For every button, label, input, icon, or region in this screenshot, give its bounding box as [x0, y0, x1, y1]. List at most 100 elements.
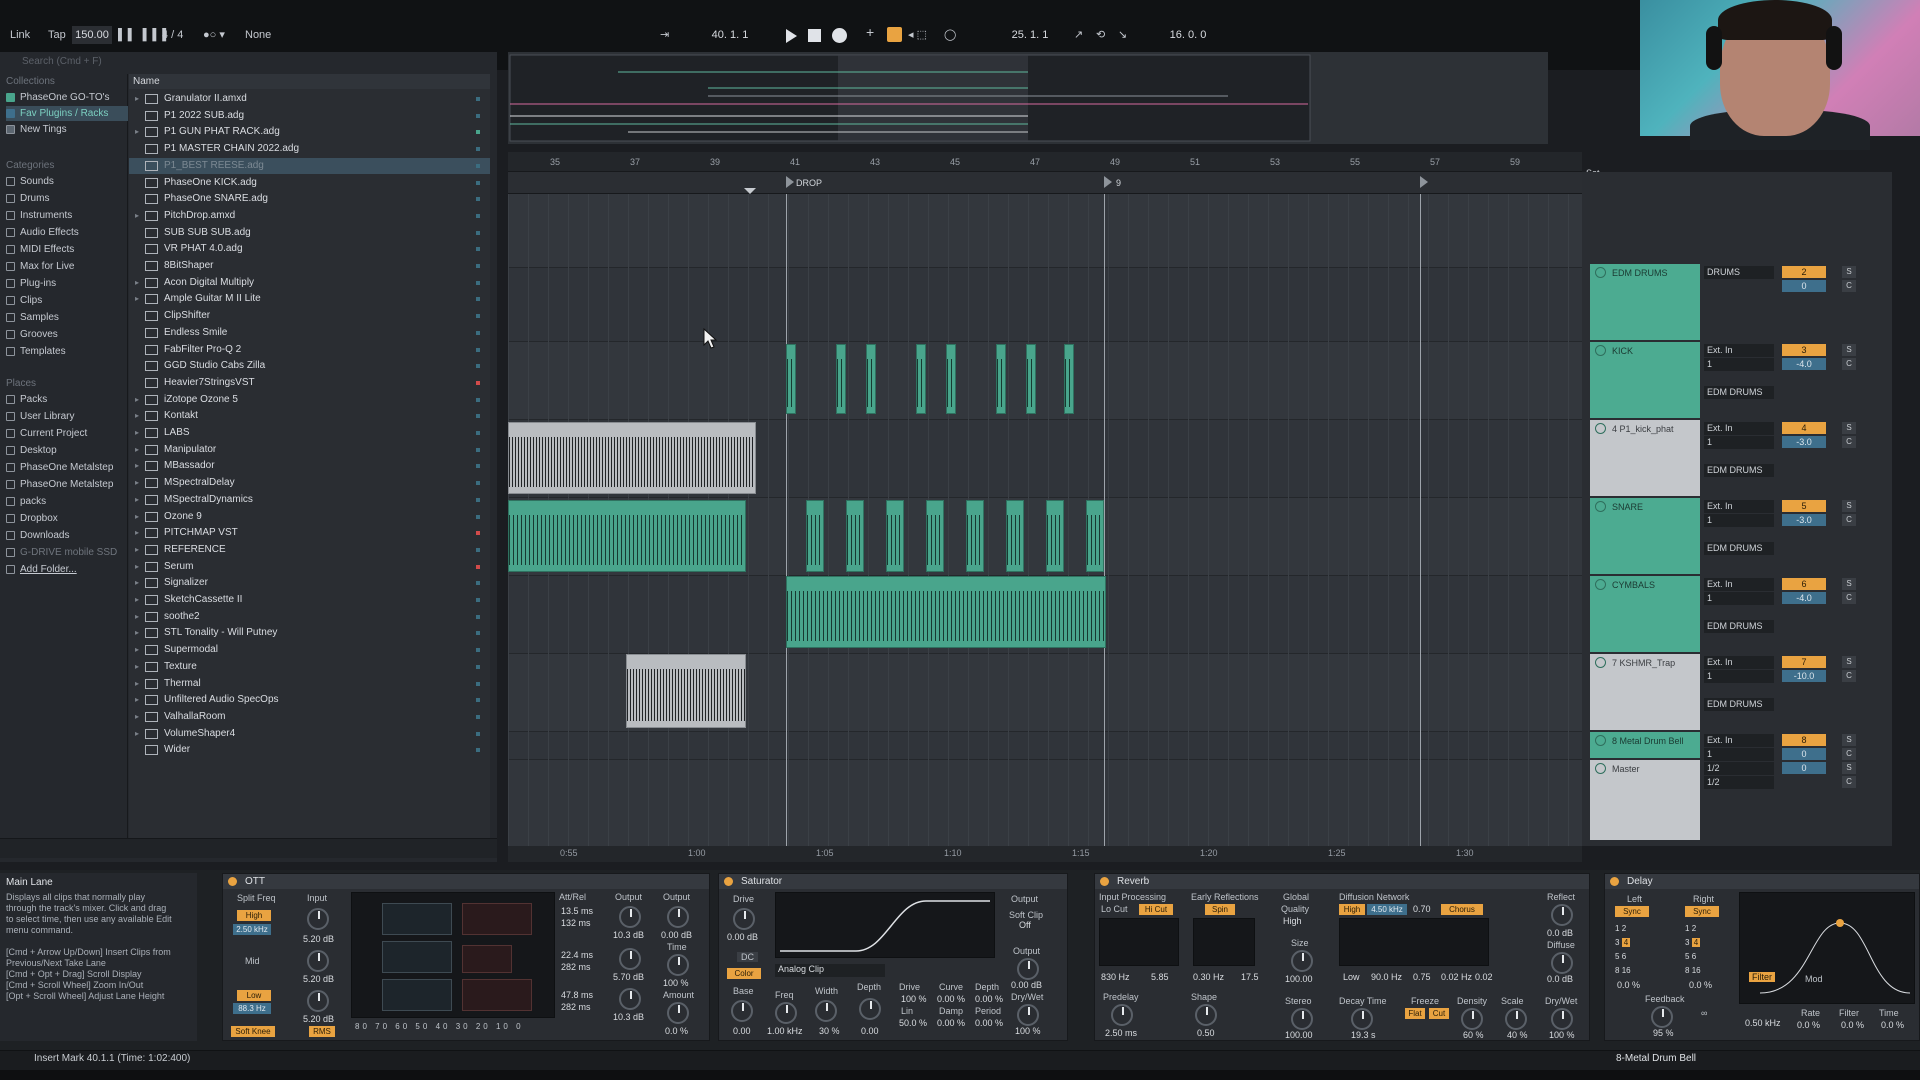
track-title-bar[interactable]: KICK — [1590, 342, 1700, 418]
audio-clip[interactable] — [1006, 500, 1024, 572]
audio-clip[interactable] — [806, 500, 824, 572]
track-activator-button[interactable]: 5 — [1782, 500, 1826, 512]
browser-file-item[interactable]: 8BitShaper — [129, 258, 490, 274]
ott-low-button[interactable]: Low — [237, 990, 271, 1001]
saturator-soft-clip-value[interactable]: Off — [1019, 920, 1031, 930]
track-header[interactable]: CYMBALS Ext. In 1 EDM DRUMS 6 -4.0 S C — [1590, 576, 1882, 652]
delay-feedback-knob[interactable] — [1651, 1006, 1673, 1028]
browser-file-item[interactable]: PhaseOne KICK.adg — [129, 175, 490, 191]
browser-file-item[interactable]: ▸ Signalizer — [129, 575, 490, 591]
saturator-output-knob[interactable] — [1017, 958, 1039, 980]
audio-clip[interactable] — [926, 500, 944, 572]
ott-rel-mid[interactable]: 282 ms — [561, 962, 591, 972]
add-folder-link[interactable]: Add Folder... — [6, 562, 77, 577]
ott-low-freq[interactable]: 88.3 Hz — [233, 1003, 271, 1014]
category-grooves[interactable]: Grooves — [6, 327, 58, 342]
ott-att-low[interactable]: 47.8 ms — [561, 990, 593, 1000]
track-header[interactable]: Master 1/2 1/2 0 S C — [1590, 760, 1882, 840]
link-button[interactable]: Link — [10, 27, 30, 43]
browser-file-item[interactable]: ▸ Supermodal — [129, 642, 490, 658]
saturator-lin-value[interactable]: 50.0 % — [899, 1018, 927, 1028]
reverb-power-icon[interactable] — [1100, 877, 1109, 886]
pan-value[interactable]: C — [1842, 358, 1856, 370]
delay-right-offset[interactable]: 0.0 % — [1689, 980, 1712, 990]
arrangement-overview[interactable] — [508, 52, 1548, 144]
reverb-flat-button[interactable]: Flat — [1405, 1008, 1425, 1019]
place-downloads[interactable]: Downloads — [6, 528, 69, 543]
saturator-color-button[interactable]: Color — [727, 968, 761, 979]
track-volume[interactable]: -10.0 — [1782, 670, 1826, 682]
browser-file-item[interactable]: PhaseOne SNARE.adg — [129, 191, 490, 207]
track-activator-button[interactable]: 7 — [1782, 656, 1826, 668]
reverb-spin-button[interactable]: Spin — [1205, 904, 1235, 915]
delay-title[interactable]: Delay — [1605, 874, 1919, 889]
pan-value[interactable]: C — [1842, 436, 1856, 448]
reverb-chorus-rate[interactable]: 0.02 Hz — [1441, 972, 1472, 982]
ott-rel-low[interactable]: 282 ms — [561, 1002, 591, 1012]
punch-out-icon[interactable]: ↘ — [1118, 27, 1127, 43]
reverb-chorus-button[interactable]: Chorus — [1441, 904, 1483, 915]
category-plug-ins[interactable]: Plug-ins — [6, 276, 56, 291]
track-title-bar[interactable]: EDM DRUMS — [1590, 264, 1700, 340]
reverb-chorus-amount[interactable]: 0.02 — [1475, 972, 1493, 982]
audio-clip[interactable] — [626, 654, 746, 728]
ott-device[interactable]: OTT Split Freq Input High 2.50 kHz 5.20 … — [222, 873, 710, 1041]
track-name[interactable]: 7 KSHMR_Trap — [1612, 658, 1675, 668]
automation-arm-icon[interactable] — [887, 27, 902, 42]
delay-left-offset[interactable]: 0.0 % — [1617, 980, 1640, 990]
reverb-high-value[interactable]: 0.70 — [1413, 904, 1431, 914]
browser-file-item[interactable]: ▸ soothe2 — [129, 609, 490, 625]
place-g-drive[interactable]: G-DRIVE mobile SSD — [6, 545, 117, 560]
expand-arrow-icon[interactable]: ▸ — [129, 676, 145, 692]
ott-high-button[interactable]: High — [237, 910, 271, 921]
solo-button[interactable]: S — [1842, 734, 1856, 746]
expand-arrow-icon[interactable]: ▸ — [129, 124, 145, 140]
expand-arrow-icon[interactable]: ▸ — [129, 275, 145, 291]
pan-value[interactable]: C — [1842, 776, 1856, 788]
browser-file-item[interactable]: GGD Studio Cabs Zilla — [129, 358, 490, 374]
browser-file-item[interactable]: ▸ REFERENCE — [129, 542, 490, 558]
browser-file-item[interactable]: Wider — [129, 742, 490, 758]
reverb-hi-cut-button[interactable]: Hi Cut — [1139, 904, 1173, 915]
track-title-bar[interactable]: 8 Metal Drum Bell — [1590, 732, 1700, 758]
expand-arrow-icon[interactable]: ▸ — [129, 442, 145, 458]
reverb-quality-select[interactable]: High — [1283, 916, 1302, 926]
expand-arrow-icon[interactable]: ▸ — [129, 609, 145, 625]
track-activator-button[interactable]: 8 — [1782, 734, 1826, 746]
delay-device[interactable]: Delay Left Right Sync Sync 1 23 45 68 16… — [1604, 873, 1920, 1041]
reverb-er-rate[interactable]: 0.30 Hz — [1193, 972, 1224, 982]
saturator-drywet-knob[interactable] — [1017, 1004, 1039, 1026]
delay-right-sync[interactable]: Sync — [1685, 906, 1719, 917]
saturator-title[interactable]: Saturator — [719, 874, 1067, 889]
browser-file-item[interactable]: ▸ VolumeShaper4 — [129, 726, 490, 742]
quantize-select[interactable]: None — [245, 27, 271, 43]
expand-arrow-icon[interactable]: ▸ — [129, 659, 145, 675]
fold-icon[interactable] — [1595, 579, 1606, 590]
place-desktop[interactable]: Desktop — [6, 443, 57, 458]
track-volume[interactable]: 0 — [1782, 762, 1826, 774]
ott-soft-knee-button[interactable]: Soft Knee — [231, 1026, 275, 1037]
saturator-period-value[interactable]: 0.00 % — [975, 1018, 1003, 1028]
expand-arrow-icon[interactable]: ▸ — [129, 509, 145, 525]
output-select[interactable]: EDM DRUMS — [1704, 698, 1774, 711]
fold-icon[interactable] — [1595, 267, 1606, 278]
play-icon[interactable] — [786, 29, 797, 43]
reverb-low-value[interactable]: 0.75 — [1413, 972, 1431, 982]
saturator-drive2-value[interactable]: 100 % — [901, 994, 927, 1004]
audio-clip[interactable] — [916, 344, 926, 414]
track-name[interactable]: CYMBALS — [1612, 580, 1655, 590]
delay-time-mod-value[interactable]: 0.0 % — [1881, 1020, 1904, 1030]
ott-input-low-knob[interactable] — [307, 990, 329, 1012]
reverb-high-button[interactable]: High — [1339, 904, 1365, 915]
output-select[interactable]: EDM DRUMS — [1704, 542, 1774, 555]
expand-arrow-icon[interactable]: ▸ — [129, 559, 145, 575]
expand-arrow-icon[interactable]: ▸ — [129, 542, 145, 558]
pan-value[interactable]: C — [1842, 280, 1856, 292]
input-type-select[interactable]: 1/2 — [1704, 762, 1774, 775]
reverb-lo-cut-button[interactable]: Lo Cut — [1101, 904, 1128, 914]
follow-icon[interactable]: ●○ ▾ — [203, 27, 225, 43]
expand-arrow-icon[interactable]: ▸ — [129, 208, 145, 224]
reverb-predelay-knob[interactable] — [1111, 1004, 1133, 1026]
audio-clip[interactable] — [508, 422, 756, 494]
ott-input-high-knob[interactable] — [307, 908, 329, 930]
